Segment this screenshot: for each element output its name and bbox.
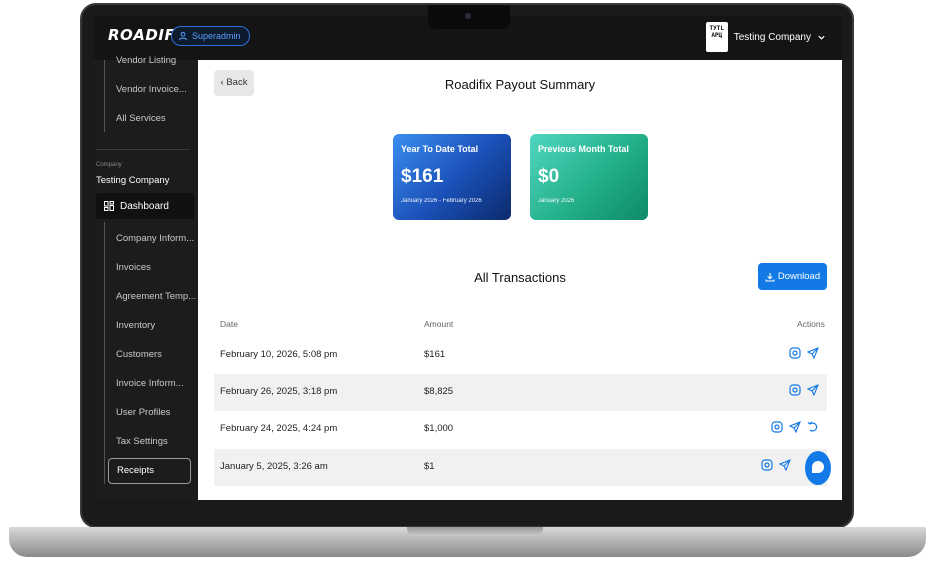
view-icon[interactable]	[771, 421, 783, 433]
sidebar-item-inventory[interactable]: Inventory	[116, 320, 155, 331]
dashboard-icon	[104, 201, 114, 211]
download-button[interactable]: Download	[758, 263, 827, 290]
chat-support-button[interactable]	[805, 451, 831, 485]
row-date: February 24, 2025, 4:24 pm	[220, 423, 338, 434]
sidebar-item-company-information[interactable]: Company Inform...	[116, 233, 194, 244]
company-name: Testing Company	[96, 175, 170, 186]
column-header-amount: Amount	[424, 319, 454, 329]
column-header-actions: Actions	[797, 319, 825, 329]
sidebar-item-invoices[interactable]: Invoices	[116, 262, 151, 273]
card-range: January 2026	[538, 198, 575, 204]
row-actions	[761, 459, 791, 471]
company-logo: ТУТL АРЦ	[705, 22, 728, 52]
row-date: January 5, 2025, 3:26 am	[220, 461, 328, 472]
tree-line	[104, 60, 105, 132]
company-menu-name: Testing Company	[733, 31, 811, 43]
sidebar-item-vendor-invoice[interactable]: Vendor Invoice...	[116, 84, 187, 95]
row-actions	[789, 347, 819, 359]
previous-month-card: Previous Month Total $0 January 2026	[530, 134, 648, 220]
company-logo-line-1: ТУТL	[709, 25, 724, 32]
sidebar-item-receipts[interactable]: Receipts	[108, 458, 191, 484]
role-badge-label: Superadmin	[192, 31, 241, 41]
card-range: January 2026 - February 2026	[401, 198, 482, 204]
column-header-date: Date	[220, 319, 238, 329]
dashboard-label: Dashboard	[120, 200, 169, 212]
row-actions	[789, 384, 819, 396]
send-icon[interactable]	[789, 421, 801, 433]
tree-line	[104, 222, 105, 484]
company-logo-line-2: АРЦ	[711, 32, 723, 39]
download-label: Download	[777, 271, 821, 282]
sidebar-item-vendor-listing[interactable]: Vendor Listing	[116, 55, 176, 66]
camera-notch	[428, 5, 510, 29]
sidebar: Vendor Listing Vendor Invoice... All Ser…	[94, 55, 198, 500]
base-notch	[407, 527, 543, 536]
view-icon[interactable]	[789, 347, 801, 359]
row-date: February 10, 2026, 5:08 pm	[220, 349, 338, 360]
sidebar-item-dashboard[interactable]: Dashboard	[96, 193, 194, 219]
card-title: Previous Month Total	[538, 144, 629, 154]
company-menu[interactable]: ТУТL АРЦ Testing Company	[705, 22, 826, 52]
row-actions	[771, 421, 819, 433]
view-icon[interactable]	[789, 384, 801, 396]
refund-icon[interactable]	[807, 421, 819, 433]
screen: ROADIFIX Superadmin ТУТL АРЦ Testing Com…	[94, 16, 842, 500]
row-date: February 26, 2025, 3:18 pm	[220, 386, 338, 397]
sidebar-item-user-profiles[interactable]: User Profiles	[116, 407, 170, 418]
view-icon[interactable]	[761, 459, 773, 471]
download-icon	[765, 272, 775, 282]
send-icon[interactable]	[807, 384, 819, 396]
main-content: ‹ Back Roadifix Payout Summary Year To D…	[198, 60, 842, 500]
chevron-down-icon	[818, 35, 825, 40]
card-amount: $161	[401, 166, 444, 187]
sidebar-item-customers[interactable]: Customers	[116, 349, 162, 360]
sidebar-item-invoice-information[interactable]: Invoice Inform...	[116, 378, 184, 389]
row-amount: $8,825	[424, 386, 454, 397]
table-row[interactable]: February 24, 2025, 4:24 pm $1,000	[214, 411, 827, 448]
year-to-date-card: Year To Date Total $161 January 2026 - F…	[393, 134, 511, 220]
company-caption: Company	[96, 162, 122, 168]
laptop-base	[9, 527, 926, 557]
sidebar-item-tax-settings[interactable]: Tax Settings	[116, 436, 168, 447]
page-title: Roadifix Payout Summary	[444, 77, 596, 92]
row-amount: $1,000	[424, 423, 454, 434]
row-amount: $1	[424, 461, 435, 472]
card-amount: $0	[538, 166, 560, 187]
row-amount: $161	[424, 349, 446, 360]
table-row[interactable]: February 10, 2026, 5:08 pm $161	[214, 337, 827, 374]
card-title: Year To Date Total	[401, 144, 479, 154]
sidebar-item-agreement-templates[interactable]: Agreement Temp...	[116, 291, 196, 302]
section-title: All Transactions	[474, 270, 566, 285]
camera-icon	[465, 13, 471, 19]
user-icon	[179, 31, 187, 41]
table-row[interactable]: January 5, 2025, 3:26 am $1	[214, 449, 827, 486]
table-row[interactable]: February 26, 2025, 3:18 pm $8,825	[214, 374, 827, 411]
role-badge[interactable]: Superadmin	[171, 26, 250, 46]
send-icon[interactable]	[807, 347, 819, 359]
sidebar-item-all-services[interactable]: All Services	[116, 113, 166, 124]
sidebar-divider	[96, 149, 190, 150]
send-icon[interactable]	[779, 459, 791, 471]
